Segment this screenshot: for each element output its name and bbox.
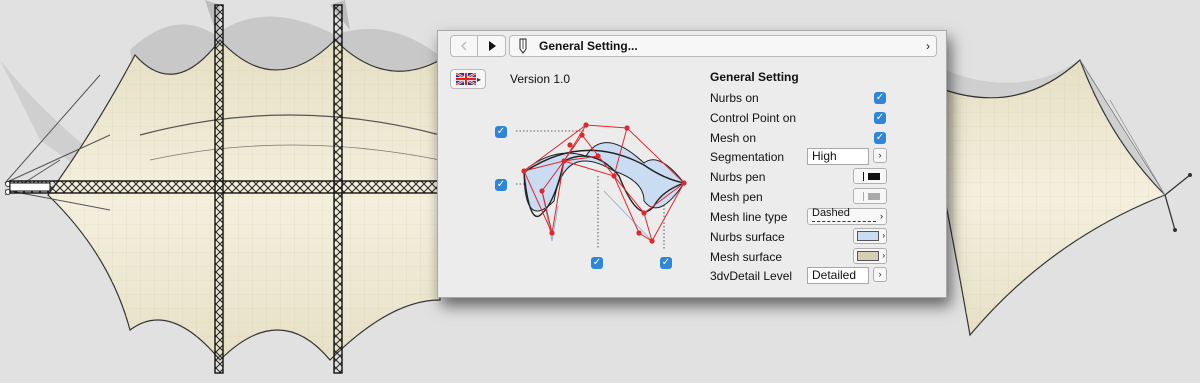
chevron-right-icon: › xyxy=(882,231,885,240)
nurbs-pen-swatch xyxy=(868,173,880,180)
mast-node xyxy=(1173,228,1177,232)
mesh-surface-swatch xyxy=(857,251,879,261)
nurbs-on-label: Nurbs on xyxy=(710,91,759,105)
chevron-right-icon: › xyxy=(926,39,930,53)
mesh-surface-row: Mesh surface › xyxy=(710,248,936,266)
detail-level-label: 3dvDetail Level xyxy=(710,269,793,283)
mesh-line-type-button[interactable]: Dashed › xyxy=(807,207,887,225)
mesh-on-checkbox[interactable]: ✓ xyxy=(874,132,886,144)
chevron-right-icon: › xyxy=(880,211,883,221)
segmentation-menu-button[interactable]: › xyxy=(873,148,887,163)
page-selector[interactable]: General Setting... › xyxy=(509,35,937,57)
mesh-line-type-label: Mesh line type xyxy=(710,210,788,224)
page-title: General Setting... xyxy=(539,39,638,53)
mesh-line-type-row: Mesh line type Dashed › xyxy=(710,207,936,226)
detail-level-field[interactable]: Detailed xyxy=(807,267,869,284)
general-setting-dialog: General Setting... › ▸ Version 1.0 ✓ ✓ ✓… xyxy=(437,30,947,298)
dashed-line-icon xyxy=(812,221,876,222)
mesh-pen-swatch xyxy=(868,193,880,200)
nurbs-surface-button[interactable]: › xyxy=(853,228,887,244)
mesh-surface-label: Mesh surface xyxy=(710,250,783,264)
mesh-pen-row: Mesh pen xyxy=(710,188,936,206)
play-right-icon: ▸ xyxy=(477,74,482,84)
settings-header: General Setting xyxy=(710,70,799,84)
segmentation-field[interactable]: High xyxy=(807,148,869,165)
pen-icon xyxy=(519,38,527,54)
nurbs-on-row: Nurbs on ✓ xyxy=(710,89,936,107)
illustration-surface-checkbox[interactable]: ✓ xyxy=(660,257,672,269)
nurbs-illustration xyxy=(516,122,687,249)
nurbs-pen-row: Nurbs pen xyxy=(710,168,936,186)
illustration-mesh-checkbox[interactable]: ✓ xyxy=(495,179,507,191)
illustration-control-point-checkbox[interactable]: ✓ xyxy=(591,257,603,269)
detail-level-menu-button[interactable]: › xyxy=(873,267,887,282)
segmentation-row: Segmentation High › xyxy=(710,148,936,166)
pen-weight-icon xyxy=(863,172,864,181)
segmentation-label: Segmentation xyxy=(710,150,785,164)
left-membrane xyxy=(47,39,441,361)
control-point-on-checkbox[interactable]: ✓ xyxy=(874,112,886,124)
nurbs-pen-label: Nurbs pen xyxy=(710,170,766,184)
nurbs-on-checkbox[interactable]: ✓ xyxy=(874,92,886,104)
chevron-right-icon: › xyxy=(882,251,885,260)
version-label: Version 1.0 xyxy=(510,72,571,86)
mast-node xyxy=(1188,173,1192,177)
chevron-left-icon xyxy=(461,41,467,51)
nurbs-surface-swatch xyxy=(857,231,879,241)
mesh-on-label: Mesh on xyxy=(710,131,757,145)
mesh-pen-label: Mesh pen xyxy=(710,190,763,204)
nurbs-pen-button[interactable] xyxy=(853,168,887,184)
uk-flag-icon xyxy=(456,73,476,85)
pen-weight-icon xyxy=(863,192,864,201)
nurbs-surface-label: Nurbs surface xyxy=(710,230,785,244)
mesh-on-row: Mesh on ✓ xyxy=(710,129,936,147)
language-button[interactable]: ▸ xyxy=(450,69,486,89)
back-button[interactable] xyxy=(450,35,478,57)
illustration-nurbs-checkbox[interactable]: ✓ xyxy=(495,126,507,138)
forward-button[interactable] xyxy=(478,35,506,57)
control-point-on-row: Control Point on ✓ xyxy=(710,109,936,127)
mesh-pen-button[interactable] xyxy=(853,188,887,204)
detail-level-row: 3dvDetail Level Detailed › xyxy=(710,267,936,285)
play-right-icon xyxy=(488,41,496,51)
mesh-line-type-value: Dashed xyxy=(812,207,850,219)
control-point-on-label: Control Point on xyxy=(710,111,797,125)
right-membrane xyxy=(944,58,1167,337)
mesh-surface-button[interactable]: › xyxy=(853,248,887,264)
nurbs-surface-row: Nurbs surface › xyxy=(710,228,936,246)
